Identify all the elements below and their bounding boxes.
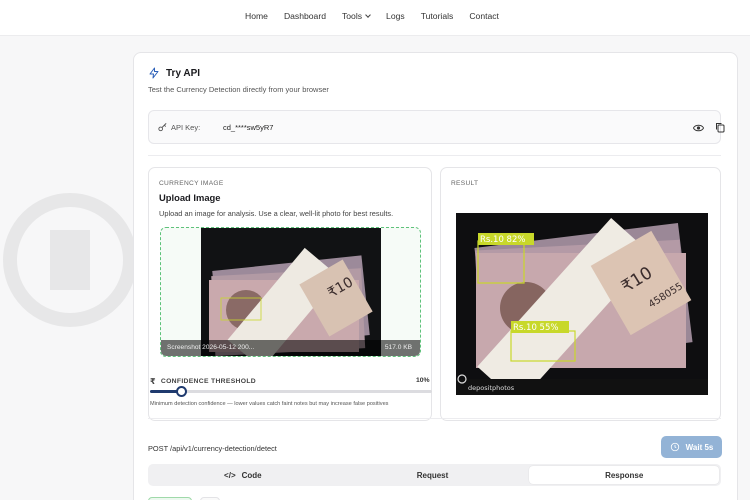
nav-logs[interactable]: Logs — [386, 11, 405, 21]
copy-icon[interactable] — [715, 122, 725, 133]
result-image: ₹10 458055 Rs.10 82% Rs.10 55% depositph… — [456, 213, 708, 395]
bolt-icon — [149, 67, 159, 79]
wait-label: Wait 5s — [685, 442, 714, 452]
confidence-slider[interactable] — [150, 386, 432, 397]
uploaded-image-preview: ₹10 — [201, 228, 381, 356]
endpoint-path: POST /api/v1/currency-detection/detect — [148, 444, 277, 453]
nav-tools-label: Tools — [341, 11, 363, 21]
upload-description: Upload an image for analysis. Use a clea… — [159, 209, 394, 218]
try-api-title: Try API — [166, 67, 201, 79]
try-api-panel: Try API Test the Currency Detection dire… — [133, 52, 738, 500]
tab-bar: </> Code Request Response — [148, 464, 721, 486]
watermark-text: depositphotos — [468, 384, 515, 392]
file-size: 517.0 KB — [384, 344, 412, 351]
chevron-down-icon — [365, 12, 371, 18]
try-api-heading: Try API — [148, 67, 200, 79]
rupee-icon: ₹ — [150, 377, 156, 386]
tab-code[interactable]: </> Code — [148, 464, 338, 486]
confidence-label: CONFIDENCE THRESHOLD — [160, 378, 256, 385]
tab-request[interactable]: Request — [338, 464, 528, 486]
divider — [148, 418, 721, 419]
tab-response[interactable]: Response — [529, 466, 720, 484]
image-dropzone[interactable]: ₹10 Screenshot 2026-05-12 200... 517.0 K… — [160, 227, 421, 357]
detection-label-2: Rs.10 55% — [513, 323, 558, 333]
tab-code-label: Code — [241, 470, 262, 480]
slider-fill — [150, 390, 178, 393]
result-label: RESULT — [451, 180, 479, 187]
api-key-row: API Key: cd_****sw5yR7 — [148, 110, 725, 144]
currency-image-label: CURRENCY IMAGE — [159, 180, 224, 187]
nav-home[interactable]: Home — [245, 11, 268, 21]
tab-response-label: Response — [605, 470, 644, 480]
upload-title: Upload Image — [159, 192, 221, 203]
nav-contact[interactable]: Contact — [469, 11, 499, 21]
nav-tutorials[interactable]: Tutorials — [421, 11, 454, 21]
top-navigation: Home Dashboard Tools Logs Tutorials Cont… — [0, 0, 750, 36]
nav-links: Home Dashboard Tools Logs Tutorials Cont… — [245, 11, 499, 21]
confidence-label-row: ₹ CONFIDENCE THRESHOLD — [150, 377, 256, 386]
try-api-subtitle: Test the Currency Detection directly fro… — [148, 85, 329, 94]
divider — [148, 155, 721, 156]
tab-request-label: Request — [416, 470, 449, 480]
nav-dashboard[interactable]: Dashboard — [284, 11, 326, 21]
detection-label-1: Rs.10 82% — [480, 235, 525, 245]
result-card: RESULT ₹10 458055 Rs.10 82% Rs.10 55% de… — [440, 167, 721, 421]
slider-thumb[interactable] — [176, 386, 187, 397]
nav-tools[interactable]: Tools — [341, 11, 371, 21]
clock-icon — [670, 442, 679, 452]
wait-button[interactable]: Wait 5s — [661, 436, 722, 458]
file-name: Screenshot 2026-05-12 200... — [167, 344, 255, 351]
confidence-value: 10% — [416, 377, 430, 384]
api-key-label: API Key: — [171, 123, 201, 132]
eye-icon[interactable] — [693, 123, 704, 133]
file-info-bar: Screenshot 2026-05-12 200... 517.0 KB — [161, 340, 420, 356]
code-icon: </> — [224, 470, 236, 480]
background-watermark-icon — [3, 193, 137, 327]
confidence-help-text: Minimum detection confidence — lower val… — [150, 401, 389, 407]
api-key-value: cd_****sw5yR7 — [223, 123, 274, 132]
key-icon — [158, 123, 167, 132]
